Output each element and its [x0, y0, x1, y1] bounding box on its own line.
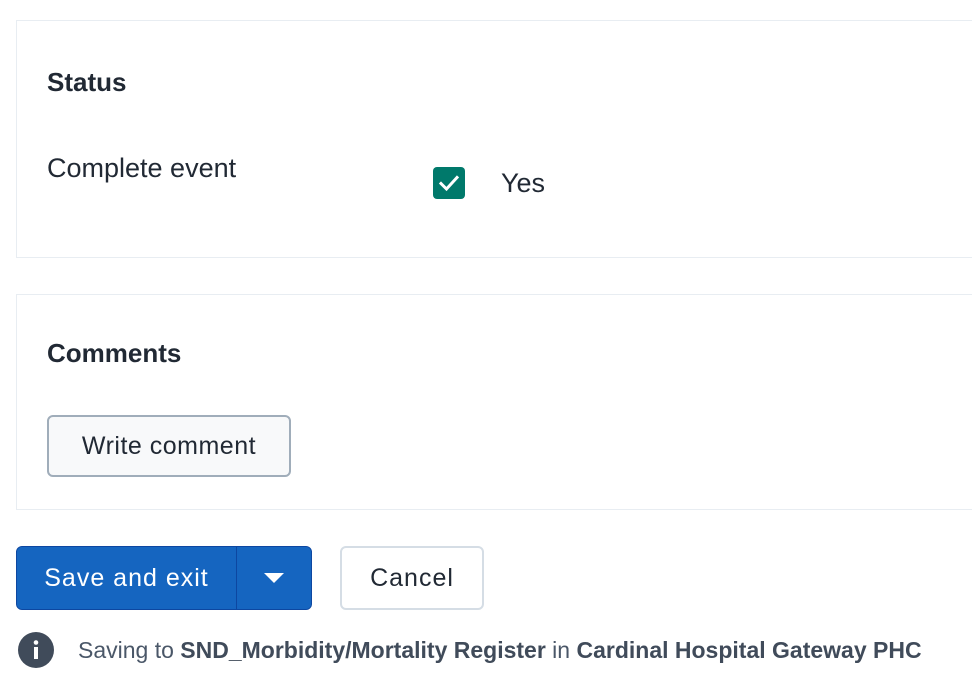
status-section: Status Complete event Yes [16, 20, 972, 258]
check-icon [438, 175, 460, 192]
save-split-button: Save and exit [16, 546, 312, 610]
status-section-title: Status [47, 67, 127, 97]
cancel-button[interactable]: Cancel [340, 546, 484, 610]
complete-event-option-label[interactable]: Yes [501, 169, 545, 197]
complete-event-label: Complete event [47, 153, 237, 183]
saving-connector: in [545, 636, 577, 663]
comments-section: Comments Write comment [16, 294, 972, 510]
save-and-exit-button[interactable]: Save and exit [17, 547, 237, 609]
complete-event-checkbox[interactable] [433, 167, 465, 199]
info-icon [18, 632, 54, 668]
complete-event-checkbox-field[interactable]: Yes [433, 167, 545, 199]
saving-org-unit-name: Cardinal Hospital Gateway PHC [576, 636, 922, 663]
saving-program-name: SND_Morbidity/Mortality Register [180, 636, 546, 663]
save-options-toggle[interactable] [237, 547, 311, 609]
write-comment-button[interactable]: Write comment [47, 415, 291, 477]
comments-section-title: Comments [47, 338, 182, 368]
saving-prefix: Saving to [78, 636, 181, 663]
saving-info: Saving to SND_Morbidity/Mortality Regist… [18, 632, 922, 668]
caret-down-icon [264, 573, 284, 583]
